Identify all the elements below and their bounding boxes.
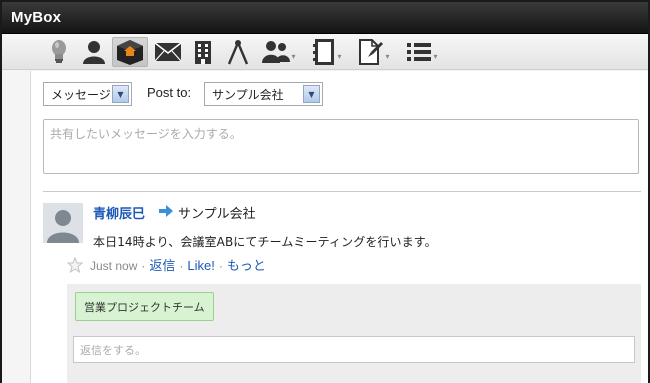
post-target-value: サンプル会社: [212, 87, 284, 102]
user-icon: [83, 41, 105, 64]
group-icon: [262, 41, 291, 63]
separator: ·: [218, 259, 223, 273]
reply-link[interactable]: 返信: [149, 259, 175, 274]
post-message: 本日14時より、会議室ABにてチームミーティングを行います。: [93, 235, 437, 249]
toolbar-button-addressbook[interactable]: ▾: [306, 37, 348, 67]
post-timestamp: Just now: [90, 259, 138, 273]
reply-input-placeholder: 返信をする。: [80, 344, 146, 357]
feed-panel: メッセージ ▼ Post to: サンプル会社 ▼ 共有したいメッセージを入力す…: [30, 71, 648, 383]
message-input[interactable]: 共有したいメッセージを入力する。: [43, 119, 639, 174]
compass-icon: [227, 40, 249, 65]
chevron-down-icon: ▾: [385, 51, 390, 61]
toolbar-button-ideas[interactable]: [48, 37, 70, 67]
separator: ·: [179, 259, 184, 273]
toolbar-button-documents[interactable]: ▾: [353, 37, 395, 67]
post-target[interactable]: サンプル会社: [178, 203, 256, 222]
chevron-down-icon: ▾: [433, 51, 438, 61]
list-icon: [407, 43, 432, 61]
toolbar: ▾ ▾ ▾ ▾: [2, 34, 648, 70]
lightbulb-icon: [52, 40, 66, 63]
message-type-select[interactable]: メッセージ ▼: [43, 82, 132, 106]
reply-input[interactable]: 返信をする。: [73, 336, 635, 363]
left-gutter: [2, 71, 30, 383]
chevron-down-icon: ▾: [291, 51, 296, 61]
mail-icon: [154, 42, 182, 62]
toolbar-button-groups[interactable]: ▾: [259, 37, 299, 67]
toolbar-button-company[interactable]: [190, 37, 216, 67]
default-avatar-icon: [43, 203, 83, 243]
title-bar: MyBox: [2, 2, 648, 34]
arrow-right-icon: [159, 205, 173, 217]
dropdown-arrow-icon[interactable]: ▼: [112, 85, 129, 103]
star-icon[interactable]: [67, 257, 83, 273]
group-tag[interactable]: 営業プロジェクトチーム: [75, 292, 214, 321]
app-title: MyBox: [11, 9, 62, 26]
app-window: MyBox ▾ ▾ ▾ ▾ メッセージ ▼ Post to: サンプル会社 ▼ …: [0, 0, 650, 383]
group-tag-label: 営業プロジェクトチーム: [84, 300, 205, 314]
toolbar-button-tools[interactable]: [225, 37, 251, 67]
dropdown-arrow-icon[interactable]: ▼: [303, 85, 320, 103]
toolbar-button-mail[interactable]: [153, 37, 183, 67]
like-link[interactable]: Like!: [187, 258, 214, 273]
document-pin-icon: [359, 39, 384, 65]
toolbar-button-profile[interactable]: [80, 37, 108, 67]
phone-book-icon: [313, 39, 335, 65]
mybox-home-icon: [117, 40, 143, 65]
divider: [43, 191, 641, 192]
post-meta: Just now · 返信 · Like! · もっと: [90, 255, 266, 274]
post-to-label: Post to:: [147, 85, 192, 100]
separator: ·: [141, 259, 146, 273]
toolbar-button-menu[interactable]: ▾: [401, 37, 443, 67]
more-link[interactable]: もっと: [227, 259, 266, 274]
toolbar-button-mybox[interactable]: [112, 37, 148, 67]
message-input-placeholder: 共有したいメッセージを入力する。: [50, 127, 242, 141]
chevron-down-icon: ▾: [337, 51, 342, 61]
building-icon: [195, 41, 211, 64]
avatar[interactable]: [43, 203, 83, 243]
comment-area: 営業プロジェクトチーム 返信をする。: [67, 284, 641, 383]
post-author-link[interactable]: 青柳辰巳: [93, 203, 145, 222]
message-type-value: メッセージ: [51, 87, 111, 102]
post-target-select[interactable]: サンプル会社 ▼: [204, 82, 323, 106]
